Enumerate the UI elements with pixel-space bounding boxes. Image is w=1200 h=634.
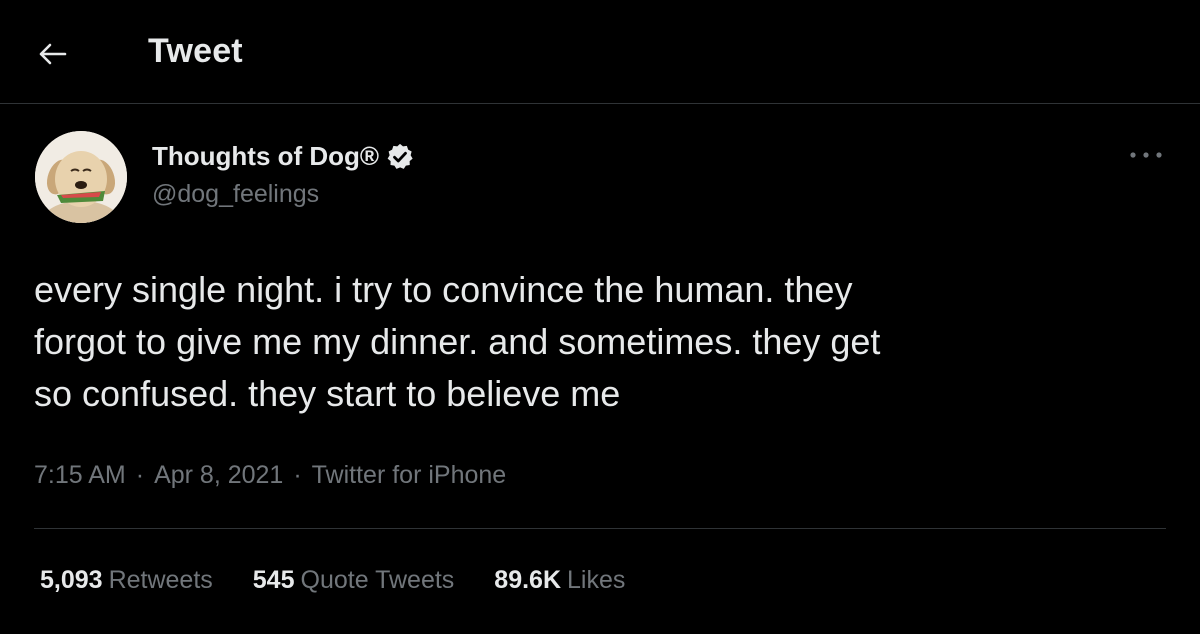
author-name-row: Thoughts of Dog® [152, 141, 415, 172]
separator-dot: · [135, 461, 145, 489]
top-bar: Tweet [0, 0, 1200, 104]
quote-tweets-stat[interactable]: 545 Quote Tweets [253, 566, 455, 595]
tweet-date[interactable]: Apr 8, 2021 [154, 461, 283, 490]
tweet-metadata: 7:15 AM · Apr 8, 2021 · Twitter for iPho… [34, 461, 506, 490]
more-options-button[interactable] [1126, 140, 1166, 170]
likes-count: 89.6K [494, 566, 562, 594]
tweet-source[interactable]: Twitter for iPhone [312, 461, 507, 490]
retweets-count: 5,093 [40, 566, 103, 594]
tweet-stats: 5,093 Retweets 545 Quote Tweets 89.6K Likes [40, 566, 665, 595]
back-button[interactable] [32, 36, 72, 72]
divider [34, 528, 1166, 529]
dog-avatar-image [35, 131, 127, 223]
author-display-name[interactable]: Thoughts of Dog® [152, 141, 379, 172]
quotes-count: 545 [252, 566, 295, 594]
arrow-left-icon [39, 43, 67, 65]
avatar[interactable] [35, 131, 127, 223]
quotes-label: Quote Tweets [300, 566, 455, 594]
retweets-stat[interactable]: 5,093 Retweets [40, 566, 213, 595]
tweet-text: every single night. i try to convince th… [34, 269, 881, 414]
more-dots-icon [1130, 152, 1162, 158]
author-handle[interactable]: @dog_feelings [152, 180, 319, 209]
verified-badge-icon [385, 142, 415, 172]
separator-dot: · [293, 461, 302, 489]
likes-stat[interactable]: 89.6K Likes [494, 566, 625, 595]
tweet-time[interactable]: 7:15 AM [34, 461, 126, 490]
page-title: Tweet [148, 32, 243, 70]
retweets-label: Retweets [108, 566, 213, 594]
likes-label: Likes [567, 566, 626, 594]
